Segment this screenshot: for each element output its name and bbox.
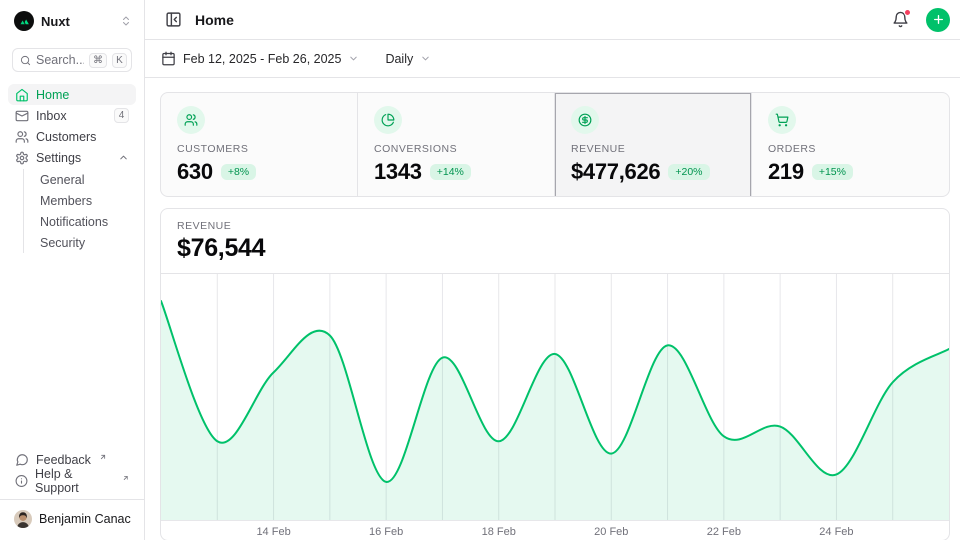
sidebar-item-inbox[interactable]: Inbox 4: [8, 105, 136, 126]
user-menu[interactable]: Benjamin Canac: [8, 508, 136, 530]
sidebar-item-label: Inbox: [36, 109, 107, 123]
svg-text:14 Feb: 14 Feb: [256, 526, 290, 538]
svg-text:20 Feb: 20 Feb: [594, 526, 628, 538]
sidebar-item-notifications[interactable]: Notifications: [36, 211, 136, 232]
stat-card-customers[interactable]: CUSTOMERS 630 +8%: [161, 93, 358, 197]
sidebar-item-general[interactable]: General: [36, 169, 136, 190]
stat-card-revenue[interactable]: REVENUE $477,626 +20%: [555, 93, 752, 197]
period-select[interactable]: Daily: [385, 52, 431, 66]
settings-subnav: General Members Notifications Security: [23, 169, 136, 253]
stat-value: 630: [177, 159, 213, 185]
stat-delta-badge: +20%: [668, 164, 709, 180]
stat-delta-badge: +15%: [812, 164, 853, 180]
period-label: Daily: [385, 52, 413, 66]
footer-link-label: Help & Support: [35, 467, 114, 495]
nuxt-logo-icon: [14, 11, 34, 31]
main-panel: Home Feb 12, 2025 - Feb 26, 2025 Daily: [145, 0, 960, 540]
workspace-switcher[interactable]: Nuxt: [8, 10, 136, 32]
sidebar-item-customers[interactable]: Customers: [8, 126, 136, 147]
stat-label: CONVERSIONS: [374, 143, 538, 155]
stat-value: $477,626: [571, 159, 660, 185]
sidebar-item-members[interactable]: Members: [36, 190, 136, 211]
avatar: [14, 510, 32, 528]
sidebar-item-label: Security: [40, 236, 129, 250]
plus-icon: [932, 13, 945, 26]
page-title: Home: [195, 12, 878, 28]
external-link-icon: [99, 453, 107, 461]
app-window: Nuxt ⌘ K Home Inbox 4 Customers: [0, 0, 960, 540]
chevron-down-icon: [348, 53, 359, 64]
sidebar: Nuxt ⌘ K Home Inbox 4 Customers: [0, 0, 145, 540]
dashboard-content: CUSTOMERS 630 +8% CONVERSIONS 1343 +14%: [145, 78, 960, 540]
users-icon: [177, 106, 205, 134]
notification-dot: [904, 9, 911, 16]
gear-icon: [15, 151, 29, 165]
stat-delta-badge: +8%: [221, 164, 256, 180]
chart-pie-icon: [374, 106, 402, 134]
sidebar-item-label: General: [40, 173, 129, 187]
sidebar-item-label: Notifications: [40, 215, 129, 229]
stat-delta-badge: +14%: [430, 164, 471, 180]
notifications-button[interactable]: [888, 8, 912, 32]
chart-plot-area[interactable]: 14 Feb 16 Feb 18 Feb 20 Feb 22 Feb 24 Feb: [161, 274, 949, 540]
sidebar-footer: Feedback Help & Support Benjamin Canac: [8, 449, 136, 530]
sidebar-nav: Home Inbox 4 Customers Settings General …: [8, 84, 136, 253]
calendar-icon: [161, 51, 176, 66]
users-icon: [15, 130, 29, 144]
stat-label: REVENUE: [571, 143, 735, 155]
chart-metric-value: $76,544: [177, 234, 933, 263]
stat-label: CUSTOMERS: [177, 143, 341, 155]
stat-card-conversions[interactable]: CONVERSIONS 1343 +14%: [358, 93, 555, 197]
chevron-up-icon: [118, 152, 129, 163]
stat-card-orders[interactable]: ORDERS 219 +15%: [752, 93, 949, 197]
chart-metric-label: REVENUE: [177, 220, 933, 232]
sidebar-item-security[interactable]: Security: [36, 232, 136, 253]
panel-left-close-icon: [165, 11, 182, 28]
circle-dollar-icon: [571, 106, 599, 134]
sidebar-item-label: Settings: [36, 151, 111, 165]
inbox-icon: [15, 109, 29, 123]
sidebar-item-home[interactable]: Home: [8, 84, 136, 105]
date-range-label: Feb 12, 2025 - Feb 26, 2025: [183, 52, 341, 66]
sidebar-item-label: Customers: [36, 130, 129, 144]
cart-icon: [768, 106, 796, 134]
divider: [0, 499, 144, 500]
footer-link-label: Feedback: [36, 453, 91, 467]
home-icon: [15, 88, 29, 102]
svg-text:18 Feb: 18 Feb: [482, 526, 516, 538]
stats-row: CUSTOMERS 630 +8% CONVERSIONS 1343 +14%: [160, 92, 950, 197]
stat-value: 219: [768, 159, 804, 185]
workspace-name: Nuxt: [41, 14, 113, 29]
stat-label: ORDERS: [768, 143, 933, 155]
sidebar-item-label: Home: [36, 88, 129, 102]
help-support-link[interactable]: Help & Support: [8, 470, 136, 491]
search-box[interactable]: ⌘ K: [12, 48, 132, 72]
page-header: Home: [145, 0, 960, 40]
add-button[interactable]: [926, 8, 950, 32]
svg-text:22 Feb: 22 Feb: [707, 526, 741, 538]
kbd-k: K: [112, 53, 127, 68]
svg-text:16 Feb: 16 Feb: [369, 526, 403, 538]
stat-value: 1343: [374, 159, 422, 185]
search-icon: [20, 54, 31, 67]
sidebar-item-label: Members: [40, 194, 129, 208]
message-icon: [15, 453, 29, 467]
sidebar-item-settings[interactable]: Settings: [8, 147, 136, 168]
kbd-cmd: ⌘: [89, 53, 107, 68]
search-input[interactable]: [36, 53, 84, 67]
filters-toolbar: Feb 12, 2025 - Feb 26, 2025 Daily: [145, 40, 960, 78]
revenue-area-chart-svg[interactable]: 14 Feb 16 Feb 18 Feb 20 Feb 22 Feb 24 Feb: [161, 274, 949, 540]
svg-text:24 Feb: 24 Feb: [819, 526, 853, 538]
user-name: Benjamin Canac: [39, 512, 131, 526]
external-link-icon: [122, 474, 129, 482]
chevrons-up-down-icon: [120, 15, 132, 27]
chevron-down-icon: [420, 53, 431, 64]
collapse-sidebar-button[interactable]: [161, 8, 185, 32]
chart-header: REVENUE $76,544: [161, 209, 949, 274]
revenue-chart-card: REVENUE $76,544 14 Feb 16 Feb 18 Feb 20 Feb…: [160, 208, 950, 540]
inbox-count-badge: 4: [114, 108, 129, 123]
info-icon: [15, 474, 28, 488]
date-range-picker[interactable]: Feb 12, 2025 - Feb 26, 2025: [161, 51, 359, 66]
